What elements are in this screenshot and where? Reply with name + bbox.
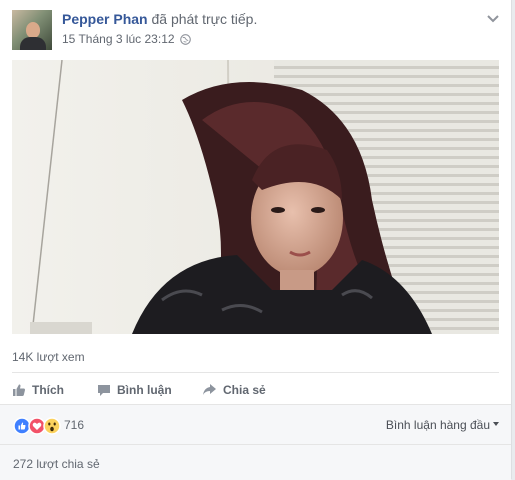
post-meta: 15 Tháng 3 lúc 23:12 xyxy=(62,31,191,49)
like-button[interactable]: Thích xyxy=(12,378,64,402)
reaction-icons[interactable] xyxy=(13,417,63,435)
feed-post-card: Pepper Phan đã phát trực tiếp. 15 Tháng … xyxy=(0,0,512,480)
like-label: Thích xyxy=(32,383,64,397)
post-header: Pepper Phan đã phát trực tiếp. 15 Tháng … xyxy=(0,0,511,58)
comment-label: Bình luận xyxy=(117,383,172,397)
author-name-link[interactable]: Pepper Phan xyxy=(62,11,148,27)
author-avatar[interactable] xyxy=(12,10,52,50)
share-button[interactable]: Chia sẻ xyxy=(202,378,266,402)
caret-down-icon xyxy=(493,422,499,426)
divider-top xyxy=(12,372,499,373)
author-line: Pepper Phan đã phát trực tiếp. xyxy=(62,10,257,28)
comment-icon xyxy=(98,385,110,396)
comment-button[interactable]: Bình luận xyxy=(97,378,172,402)
view-count: 14K lượt xem xyxy=(12,350,85,364)
comment-sort-dropdown[interactable]: Bình luận hàng đầu xyxy=(386,418,499,432)
wow-icon xyxy=(43,417,61,435)
chevron-down-icon[interactable] xyxy=(485,10,501,26)
share-label: Chia sẻ xyxy=(223,383,266,397)
reactions-bar: 716 Bình luận hàng đầu xyxy=(0,404,511,445)
reaction-count[interactable]: 716 xyxy=(64,418,84,432)
live-video-player[interactable] xyxy=(12,60,499,334)
avatar-shirt xyxy=(20,37,46,50)
love-icon xyxy=(28,417,46,435)
share-arrow-icon xyxy=(203,384,216,395)
share-count[interactable]: 272 lượt chia sẻ xyxy=(13,457,100,471)
shares-bar: 272 lượt chia sẻ xyxy=(0,444,511,480)
like-icon xyxy=(13,417,31,435)
thumb-up-icon xyxy=(13,384,26,396)
globe-icon[interactable] xyxy=(180,33,191,49)
comment-sort-label: Bình luận hàng đầu xyxy=(385,418,490,432)
post-timestamp[interactable]: 15 Tháng 3 lúc 23:12 xyxy=(62,32,175,46)
post-action-text: đã phát trực tiếp. xyxy=(151,11,258,27)
avatar-face xyxy=(26,22,40,38)
